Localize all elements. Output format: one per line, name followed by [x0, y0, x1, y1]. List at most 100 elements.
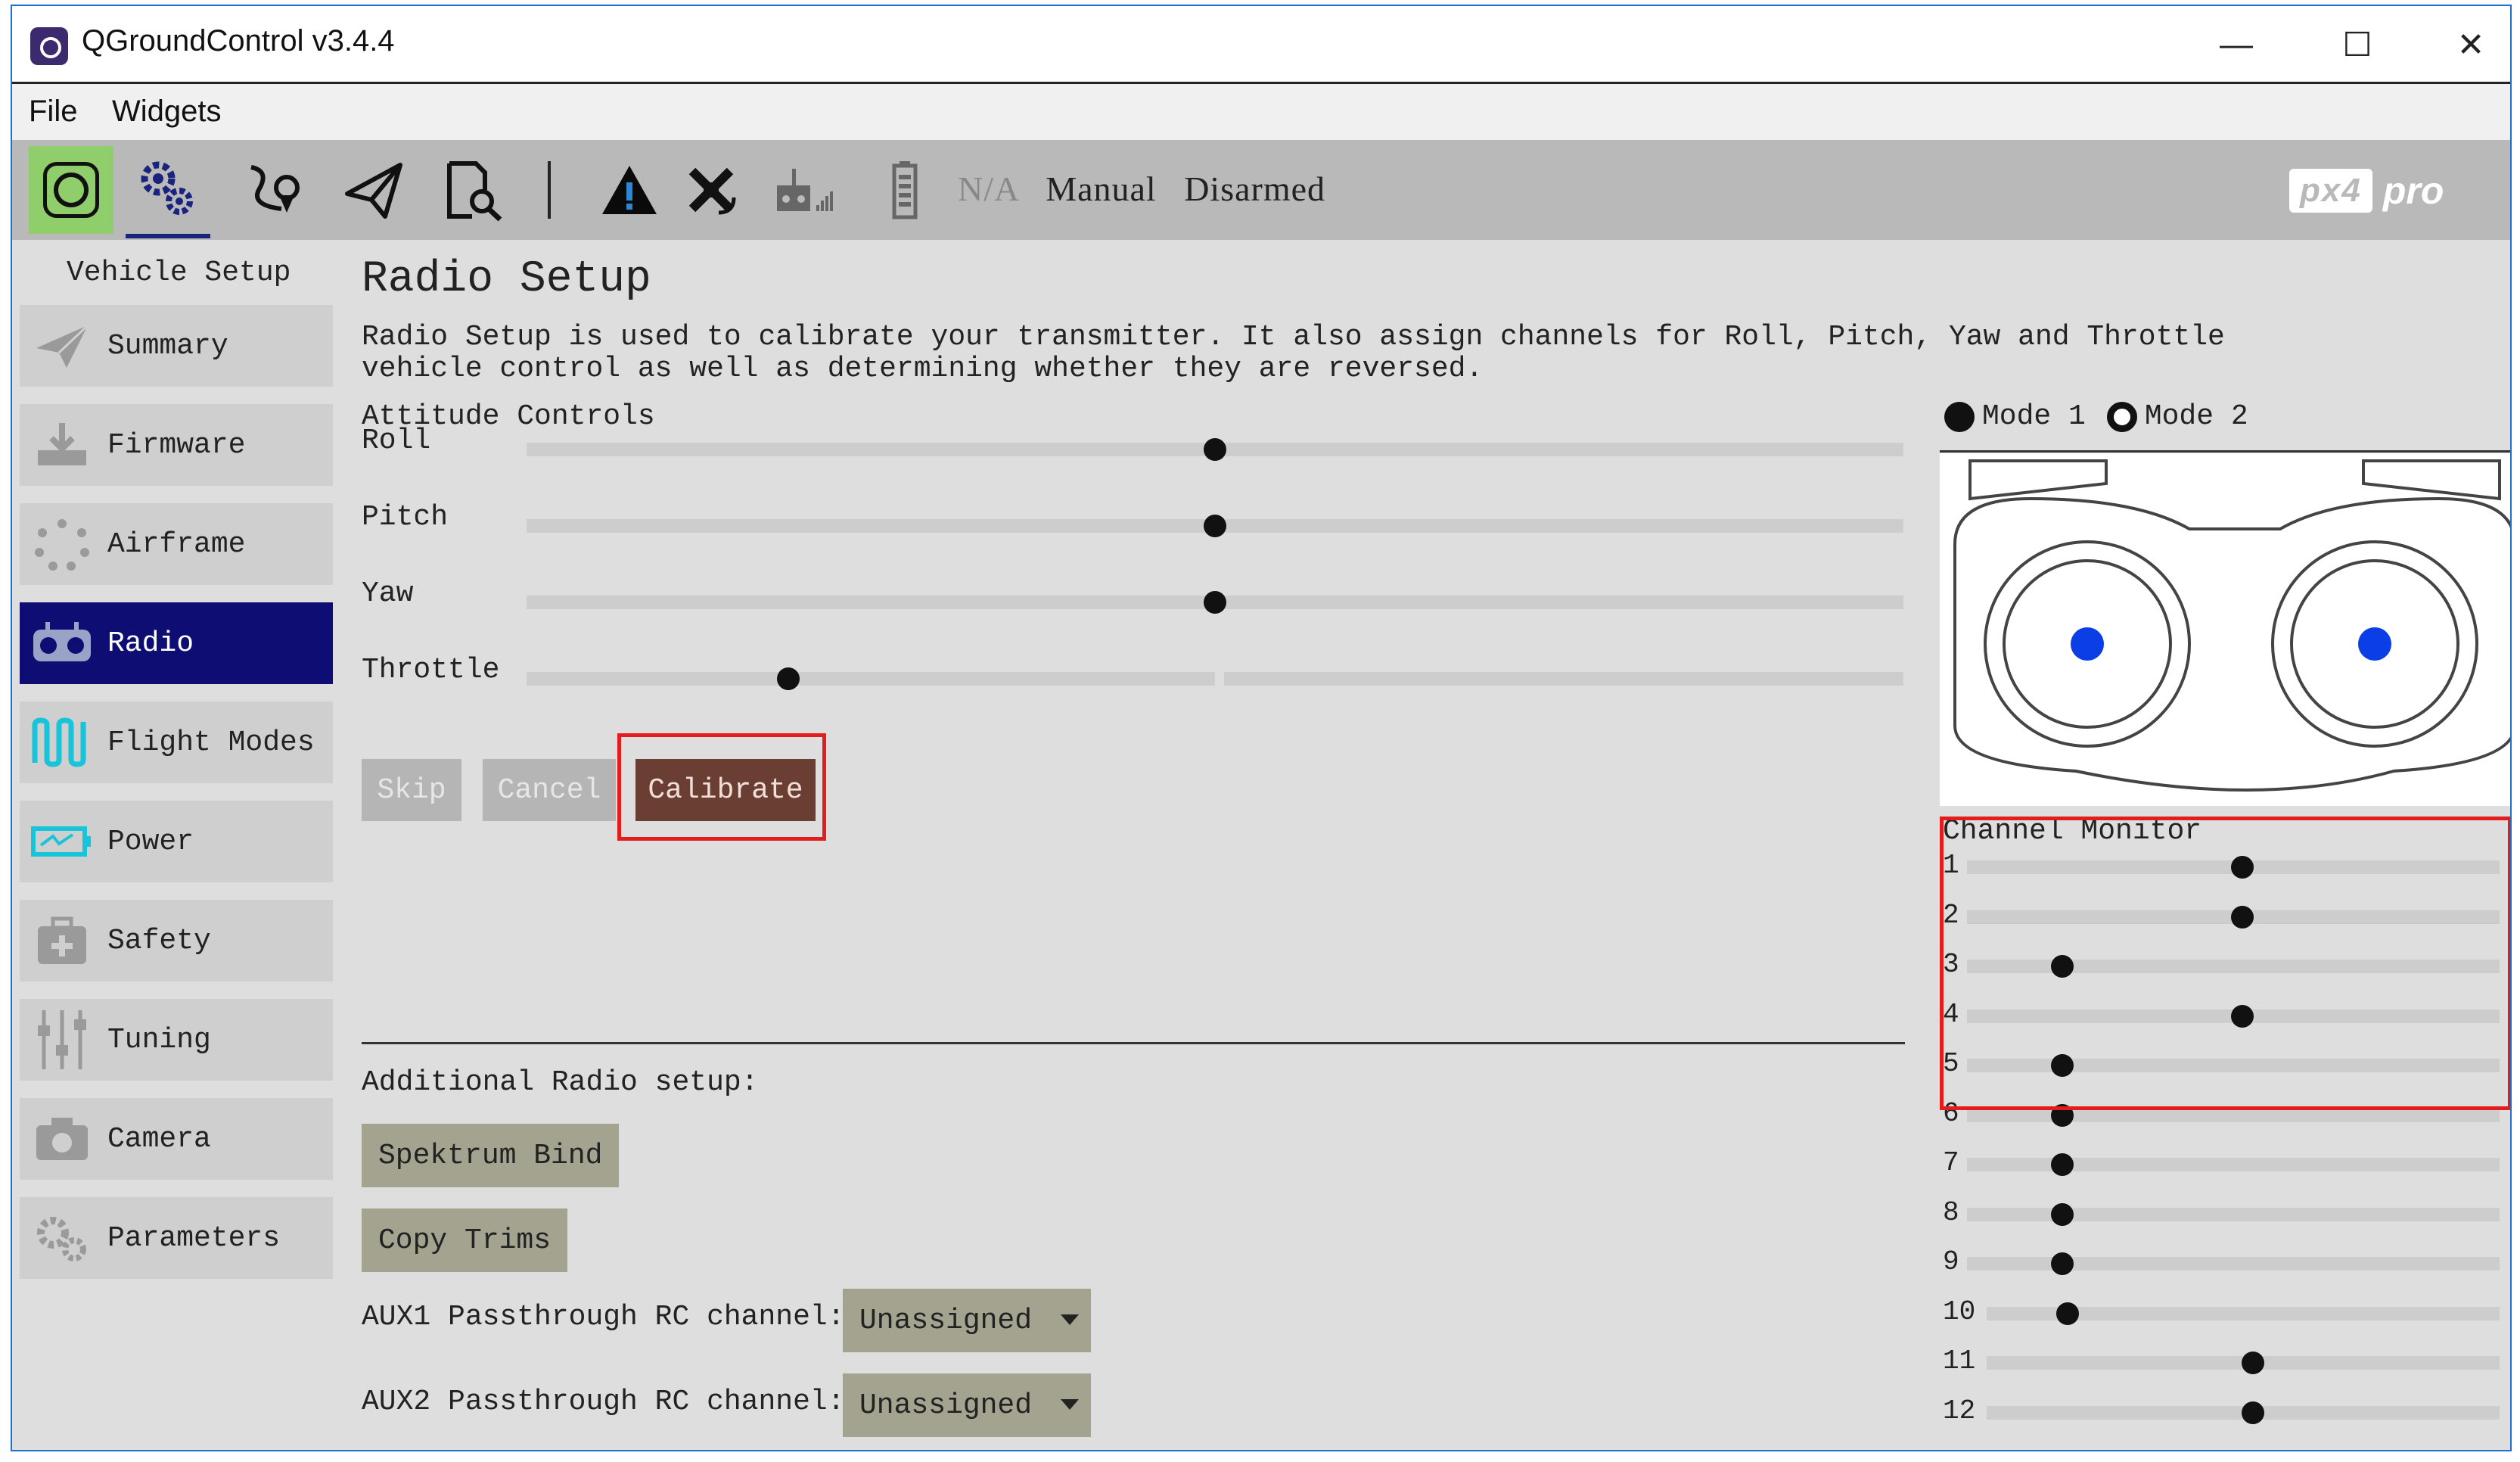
channel-number: 10	[1943, 1296, 1976, 1327]
paper-plane-icon	[26, 313, 98, 378]
document-search-icon	[447, 161, 502, 222]
flight-mode[interactable]: Manual	[1046, 170, 1157, 208]
channel-track	[1967, 1207, 2500, 1221]
analyze-button[interactable]	[430, 146, 514, 234]
pro-logo-text: pro	[2382, 170, 2444, 212]
sidebar-item-label: Firmware	[107, 428, 246, 462]
sidebar-item-label: Radio	[107, 627, 194, 660]
flight-modes-icon	[26, 710, 98, 775]
menu-file[interactable]: File	[29, 95, 77, 129]
channel-track	[1967, 1257, 2500, 1271]
tuning-icon	[26, 1007, 98, 1072]
waypoint-icon	[250, 165, 300, 213]
plan-view-button[interactable]	[231, 146, 316, 234]
setup-sidebar: Vehicle Setup Summary Firmware Airframe	[12, 240, 345, 1450]
transmitter-sticks-diagram	[1940, 453, 2510, 806]
channel-number: 7	[1943, 1147, 1959, 1178]
fly-view-button[interactable]	[331, 146, 416, 234]
rc-rssi-indicator[interactable]	[761, 146, 846, 234]
channel-value-thumb	[2051, 1153, 2074, 1176]
channel-track	[1967, 1108, 2500, 1122]
mode-2-radio[interactable]	[2106, 401, 2137, 432]
safety-icon	[26, 908, 98, 973]
attitude-slider-thumb	[1204, 591, 1226, 614]
minimize-button[interactable]: —	[2191, 18, 2282, 71]
sidebar-item-airframe[interactable]: Airframe	[20, 503, 333, 585]
throttle-track-gap	[1215, 668, 1224, 688]
radio-setup-panel: Radio Setup Radio Setup is used to calib…	[353, 240, 2225, 1450]
dropdown-arrow-icon	[1061, 1314, 1079, 1325]
messages-indicator[interactable]	[587, 146, 672, 234]
sidebar-item-label: Flight Modes	[107, 726, 315, 759]
radio-icon	[26, 611, 98, 676]
sidebar-item-summary[interactable]: Summary	[20, 305, 333, 387]
channel-track	[1967, 1158, 2500, 1171]
attitude-label: Pitch	[362, 501, 449, 533]
gears-icon	[26, 1205, 98, 1271]
maximize-button[interactable]: ☐	[2312, 18, 2403, 71]
mode-1-radio[interactable]	[1944, 401, 1975, 432]
sidebar-item-label: Summary	[107, 329, 228, 362]
close-button[interactable]: ✕	[2425, 18, 2510, 71]
attitude-slider-thumb	[1204, 515, 1226, 537]
arm-status[interactable]: Disarmed	[1184, 170, 1325, 208]
home-button[interactable]	[29, 146, 113, 234]
channel-number: 11	[1943, 1345, 1976, 1376]
spektrum-bind-button[interactable]: Spektrum Bind	[362, 1124, 620, 1187]
cancel-button[interactable]: Cancel	[483, 759, 616, 821]
app-icon	[30, 27, 68, 65]
vehicle-setup-button[interactable]	[126, 146, 210, 238]
attitude-label: Yaw	[362, 577, 414, 610]
sidebar-item-power[interactable]: Power	[20, 801, 333, 882]
section-divider	[362, 1042, 1905, 1044]
rc-transmitter-icon	[777, 169, 833, 211]
channel-number: 9	[1943, 1246, 1959, 1277]
calibrate-highlight-box	[617, 733, 826, 841]
sidebar-item-label: Power	[107, 825, 194, 858]
panel-divider	[1940, 450, 2510, 453]
mode-1-label: Mode 1	[1982, 400, 2086, 433]
sidebar-item-parameters[interactable]: Parameters	[20, 1197, 333, 1279]
dropdown-arrow-icon	[1061, 1399, 1079, 1410]
gps-indicator[interactable]	[669, 146, 754, 234]
qgc-logo-icon	[43, 162, 99, 218]
px4-pro-logo: px4 pro	[2289, 164, 2444, 217]
sidebar-item-camera[interactable]: Camera	[20, 1098, 333, 1180]
px4-logo-text: px4	[2289, 169, 2372, 213]
channel-value-thumb	[2051, 1202, 2074, 1226]
content-area: Vehicle Setup Summary Firmware Airframe	[12, 240, 2510, 1450]
channel-value-thumb	[2056, 1302, 2079, 1325]
copy-trims-button[interactable]: Copy Trims	[362, 1208, 568, 1272]
right-stick-dot	[2358, 627, 2391, 661]
channel-number: 8	[1943, 1196, 1959, 1228]
warning-icon	[602, 166, 657, 214]
channel-number: 12	[1943, 1395, 1976, 1426]
transmitter-panel: Mode 1 Mode 2 Channel Monitor 1234567891…	[1940, 240, 2510, 1450]
aux2-label: AUX2 Passthrough RC channel:	[362, 1386, 845, 1418]
skip-button[interactable]: Skip	[362, 759, 461, 821]
aux2-channel-select[interactable]: Unassigned	[843, 1373, 1091, 1437]
sidebar-title: Vehicle Setup	[67, 257, 291, 289]
left-stick-dot	[2071, 627, 2104, 661]
sidebar-item-label: Tuning	[107, 1023, 211, 1056]
toolbar: N/A Manual Disarmed px4 pro	[12, 140, 2510, 240]
sidebar-item-flight-modes[interactable]: Flight Modes	[20, 701, 333, 783]
channel-value-thumb	[2242, 1401, 2264, 1424]
channel-value-thumb	[2051, 1252, 2074, 1275]
sidebar-item-label: Airframe	[107, 527, 246, 561]
aux1-label: AUX1 Passthrough RC channel:	[362, 1301, 845, 1333]
sidebar-item-safety[interactable]: Safety	[20, 900, 333, 981]
sidebar-item-radio[interactable]: Radio	[20, 602, 333, 684]
download-icon	[26, 412, 98, 477]
menu-widgets[interactable]: Widgets	[112, 95, 222, 129]
camera-icon	[26, 1106, 98, 1171]
sidebar-item-firmware[interactable]: Firmware	[20, 404, 333, 486]
battery-icon	[26, 809, 98, 874]
satellite-icon	[688, 167, 736, 215]
aux1-channel-select[interactable]: Unassigned	[843, 1289, 1091, 1352]
additional-setup-title: Additional Radio setup:	[362, 1066, 759, 1099]
battery-status: N/A	[958, 170, 1018, 208]
sidebar-item-tuning[interactable]: Tuning	[20, 999, 333, 1081]
battery-icon	[892, 161, 918, 219]
title-bar: QGroundControl v3.4.4 — ☐ ✕	[12, 6, 2510, 84]
